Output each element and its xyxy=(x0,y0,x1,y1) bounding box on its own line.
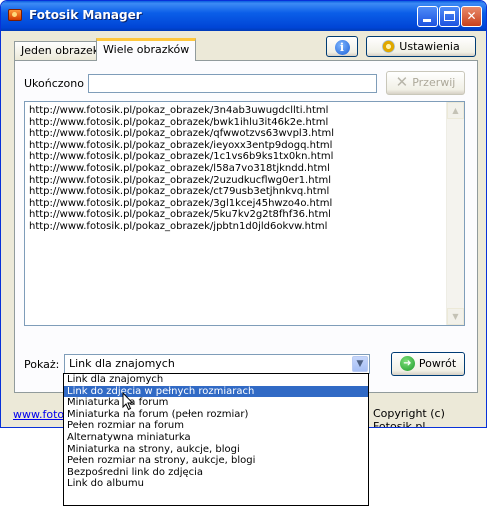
dropdown-option[interactable]: Miniaturka na forum xyxy=(64,397,368,409)
main-window: Fotosik Manager ✕ Jeden obrazek Wiele ob… xyxy=(0,0,487,428)
mouse-cursor-icon xyxy=(122,392,134,411)
title-bar[interactable]: Fotosik Manager ✕ xyxy=(1,1,486,31)
link-line: http://www.fotosik.pl/pokaz_obrazek/jpbt… xyxy=(29,220,328,232)
dropdown-option[interactable]: Miniaturka na strony, aukcje, blogi xyxy=(64,444,368,456)
settings-button[interactable]: Ustawienia xyxy=(366,36,476,57)
dropdown-option[interactable]: Miniaturka na forum (pełen rozmiar) xyxy=(64,409,368,421)
dropdown-option[interactable]: Bezpośredni link do zdjęcia xyxy=(64,467,368,479)
link-line: http://www.fotosik.pl/pokaz_obrazek/ieyo… xyxy=(29,139,333,151)
links-list: http://www.fotosik.pl/pokaz_obrazek/3n4a… xyxy=(29,105,444,233)
dropdown-option[interactable]: Pełen rozmiar na forum xyxy=(64,420,368,432)
info-icon: i xyxy=(334,39,350,55)
minimize-button[interactable] xyxy=(417,6,438,27)
close-icon: ✕ xyxy=(395,72,409,91)
dropdown-option[interactable]: Link dla znajomych xyxy=(64,374,368,386)
tab-multiple-images-label: Wiele obrazków xyxy=(103,43,190,56)
maximize-button[interactable] xyxy=(439,6,460,27)
scroll-down-arrow-icon[interactable]: ▼ xyxy=(447,308,464,325)
show-label: Pokaż: xyxy=(24,358,60,371)
status-progress-field xyxy=(88,74,377,93)
close-icon: ✕ xyxy=(466,9,477,23)
link-line: http://www.fotosik.pl/pokaz_obrazek/3n4a… xyxy=(29,105,329,116)
tab-single-image-label: Jeden obrazek xyxy=(21,44,100,57)
dropdown-option[interactable]: Link do zdjęcia w pełnych rozmiarach xyxy=(64,385,368,398)
close-button[interactable]: ✕ xyxy=(461,6,482,27)
arrow-right-icon: ➜ xyxy=(399,355,415,371)
link-line: http://www.fotosik.pl/pokaz_obrazek/ct79… xyxy=(29,186,330,198)
show-format-dropdown-list: Link dla znajomych Link do zdjęcia w pełn… xyxy=(63,373,369,506)
settings-button-label: Ustawienia xyxy=(399,40,460,53)
link-line: http://www.fotosik.pl/pokaz_obrazek/3gl1… xyxy=(29,197,333,209)
chevron-down-icon[interactable]: ▼ xyxy=(352,356,368,372)
link-line: http://www.fotosik.pl/pokaz_obrazek/2uzu… xyxy=(29,174,332,186)
link-line: http://www.fotosik.pl/pokaz_obrazek/5ku7… xyxy=(29,209,331,221)
interrupt-button-label: Przerwij xyxy=(412,76,456,89)
links-textarea[interactable]: http://www.fotosik.pl/pokaz_obrazek/3n4a… xyxy=(24,101,465,326)
dropdown-option[interactable]: Link do albumu xyxy=(64,478,368,490)
tab-single-image[interactable]: Jeden obrazek xyxy=(14,41,107,60)
link-line: http://www.fotosik.pl/pokaz_obrazek/1c1v… xyxy=(29,151,334,163)
dropdown-option[interactable]: Alternatywna miniaturka xyxy=(64,432,368,444)
app-icon xyxy=(8,9,22,21)
window-title: Fotosik Manager xyxy=(29,8,142,22)
dropdown-option[interactable]: Pełen rozmiar na strony, aukcje, blogi xyxy=(64,455,368,467)
back-button-label: Powrót xyxy=(418,357,457,370)
gear-icon xyxy=(382,39,396,53)
show-format-select[interactable]: Link dla znajomych ▼ xyxy=(64,354,370,374)
scroll-up-arrow-icon[interactable]: ▲ xyxy=(447,102,464,119)
maximize-icon xyxy=(444,11,455,21)
link-line: http://www.fotosik.pl/pokaz_obrazek/bwk1… xyxy=(29,116,329,128)
tab-multiple-images[interactable]: Wiele obrazków xyxy=(96,38,197,61)
status-label: Ukończono xyxy=(24,77,84,90)
info-button[interactable]: i xyxy=(326,36,358,57)
interrupt-button[interactable]: ✕ Przerwij xyxy=(386,71,465,95)
show-format-selected: Link dla znajomych xyxy=(69,357,175,370)
copyright-text: Copyright (c) Fotosik.pl xyxy=(373,407,445,428)
link-line: http://www.fotosik.pl/pokaz_obrazek/l58a… xyxy=(29,162,330,174)
vertical-scrollbar[interactable]: ▲ ▼ xyxy=(446,102,464,325)
minimize-icon xyxy=(423,19,431,22)
link-line: http://www.fotosik.pl/pokaz_obrazek/qfww… xyxy=(29,128,335,140)
back-button[interactable]: ➜ Powrót xyxy=(391,352,465,376)
